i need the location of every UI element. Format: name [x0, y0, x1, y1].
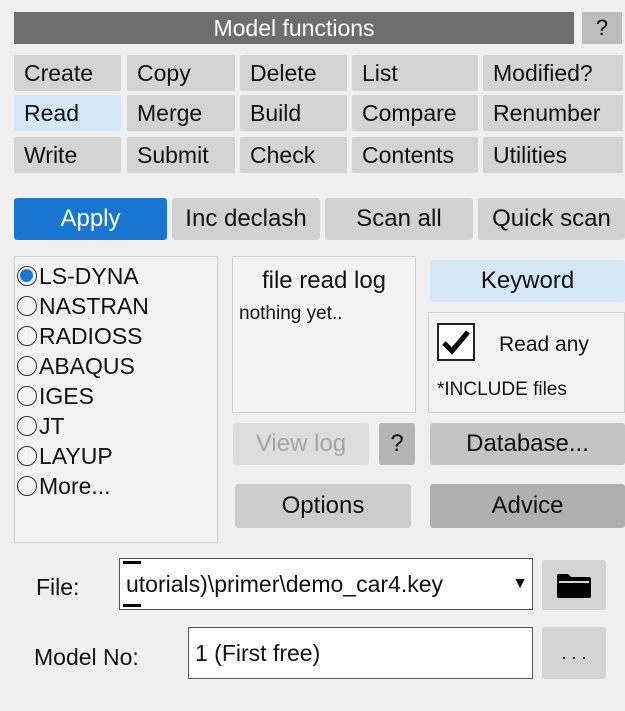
modified-button[interactable]: Modified? — [483, 55, 623, 91]
radio-icon[interactable] — [17, 296, 37, 316]
format-option-more[interactable]: More... — [17, 471, 217, 501]
text-cursor-bottom-icon — [123, 604, 141, 607]
radio-icon[interactable] — [17, 446, 37, 466]
format-option-abaqus[interactable]: ABAQUS — [17, 351, 217, 381]
utilities-button[interactable]: Utilities — [483, 137, 623, 173]
contents-button[interactable]: Contents — [352, 137, 478, 173]
format-option-radioss[interactable]: RADIOSS — [17, 321, 217, 351]
format-option-iges[interactable]: IGES — [17, 381, 217, 411]
format-option-ls-dyna[interactable]: LS-DYNA — [17, 261, 217, 291]
browse-folder-button[interactable] — [542, 560, 606, 610]
panel-title: Model functions — [14, 12, 574, 44]
copy-button[interactable]: Copy — [127, 55, 235, 91]
format-option-layup[interactable]: LAYUP — [17, 441, 217, 471]
merge-button[interactable]: Merge — [127, 95, 235, 131]
help-button[interactable]: ? — [582, 12, 622, 44]
format-option-jt[interactable]: JT — [17, 411, 217, 441]
log-text: nothing yet.. — [239, 303, 343, 324]
model-more-button[interactable]: . . . — [542, 627, 606, 679]
radio-icon[interactable] — [17, 356, 37, 376]
apply-button[interactable]: Apply — [14, 198, 167, 240]
read-any-label: Read any — [499, 333, 589, 356]
delete-button[interactable]: Delete — [240, 55, 347, 91]
read-any-checkbox[interactable] — [437, 323, 475, 361]
view-log-button[interactable]: View log — [233, 423, 369, 465]
database-button[interactable]: Database... — [430, 423, 625, 465]
radio-icon[interactable] — [17, 416, 37, 436]
include-files-label: *INCLUDE files — [437, 379, 567, 400]
dropdown-arrow-icon[interactable]: ▼ — [512, 575, 528, 593]
write-button[interactable]: Write — [14, 137, 121, 173]
file-label: File: — [36, 574, 80, 600]
create-button[interactable]: Create — [14, 55, 121, 91]
read-button[interactable]: Read — [14, 95, 121, 131]
compare-button[interactable]: Compare — [352, 95, 478, 131]
read-include-panel: Read any *INCLUDE files — [428, 312, 625, 413]
format-option-nastran[interactable]: NASTRAN — [17, 291, 217, 321]
folder-icon — [557, 574, 591, 598]
list-button[interactable]: List — [352, 55, 478, 91]
radio-icon[interactable] — [17, 386, 37, 406]
text-cursor-top-icon — [123, 561, 141, 564]
log-help-button[interactable]: ? — [379, 423, 415, 465]
model-no-label: Model No: — [34, 644, 139, 670]
model-no-input[interactable]: 1 (First free) — [188, 627, 533, 679]
format-radio-group: LS-DYNA NASTRAN RADIOSS ABAQUS IGES JT L… — [14, 256, 218, 543]
submit-button[interactable]: Submit — [127, 137, 235, 173]
radio-icon[interactable] — [17, 326, 37, 346]
radio-selected-icon[interactable] — [17, 266, 37, 286]
file-path-input[interactable]: utorials)\primer\demo_car4.key ▼ — [119, 558, 533, 610]
file-read-log-panel: file read log nothing yet.. — [232, 256, 416, 413]
log-title: file read log — [261, 267, 387, 294]
inc-declash-button[interactable]: Inc declash — [172, 198, 320, 240]
scan-all-button[interactable]: Scan all — [325, 198, 473, 240]
options-button[interactable]: Options — [235, 484, 411, 528]
advice-button[interactable]: Advice — [430, 484, 625, 528]
check-button[interactable]: Check — [240, 137, 347, 173]
keyword-button[interactable]: Keyword — [430, 260, 625, 302]
build-button[interactable]: Build — [240, 95, 347, 131]
radio-icon[interactable] — [17, 476, 37, 496]
renumber-button[interactable]: Renumber — [483, 95, 623, 131]
quick-scan-button[interactable]: Quick scan — [478, 198, 625, 240]
checkmark-icon — [442, 330, 470, 355]
